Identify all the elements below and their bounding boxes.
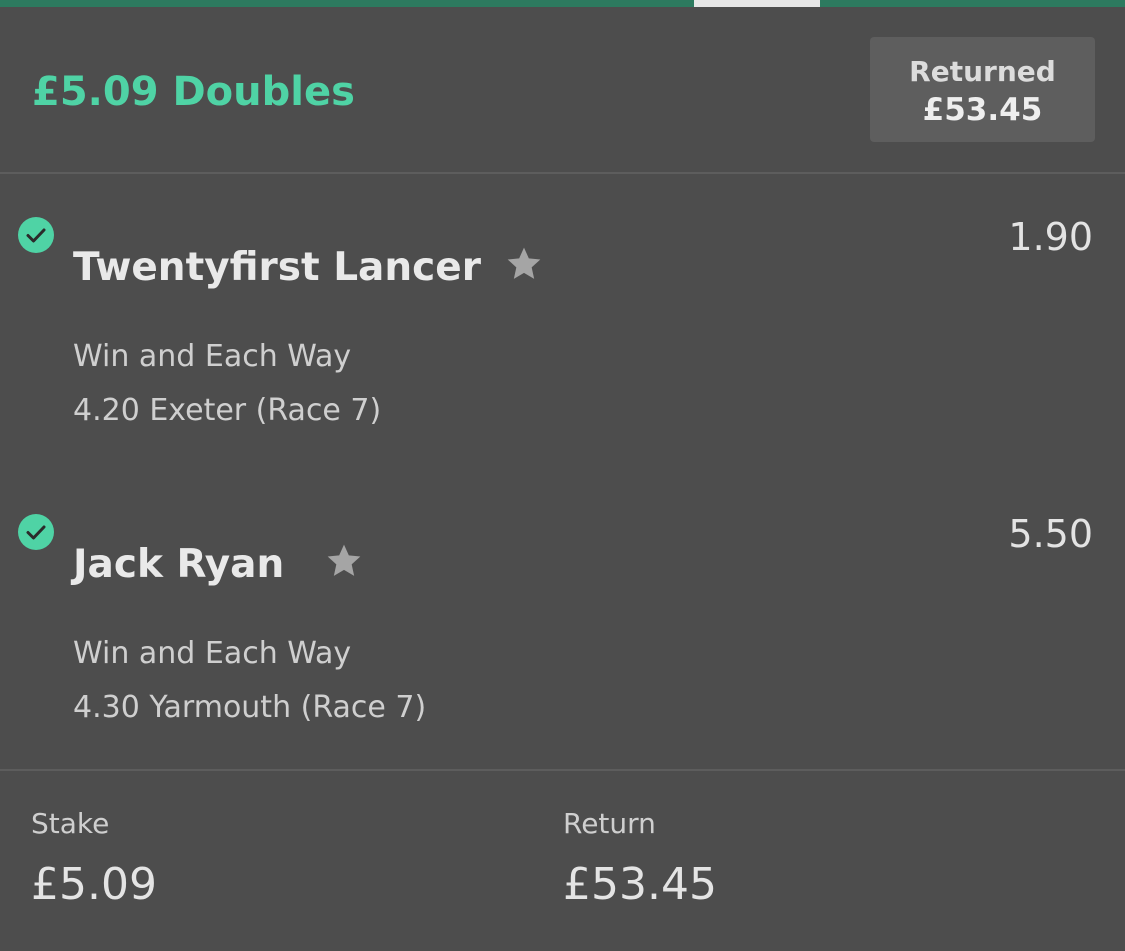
star-icon[interactable]: [504, 244, 544, 284]
header-divider: [0, 172, 1125, 174]
selection-market: Win and Each Way: [73, 339, 352, 374]
check-circle-icon: [18, 514, 54, 550]
selection-item: Jack Ryan 5.50 Win and Each Way 4.30 Yar…: [0, 512, 1125, 774]
check-circle-icon: [18, 217, 54, 253]
return-value: £53.45: [563, 859, 717, 910]
selection-market: Win and Each Way: [73, 636, 352, 671]
selection-name: Jack Ryan: [73, 542, 285, 587]
returned-amount: £53.45: [922, 92, 1043, 128]
selection-event: 4.30 Yarmouth (Race 7): [73, 690, 427, 725]
star-icon[interactable]: [324, 541, 364, 581]
stake-label: Stake: [31, 807, 110, 840]
tab-indicator-strip: [0, 0, 1125, 7]
bet-summary: Stake £5.09 Return £53.45: [0, 771, 1125, 951]
selection-event: 4.20 Exeter (Race 7): [73, 393, 382, 428]
bet-title: £5.09 Doubles: [32, 69, 355, 115]
selection-name: Twentyfirst Lancer: [73, 245, 481, 290]
bet-header: £5.09 Doubles Returned £53.45: [0, 7, 1125, 172]
stake-value: £5.09: [31, 859, 157, 910]
selection-odds: 1.90: [1008, 215, 1093, 259]
selection-item: Twentyfirst Lancer 1.90 Win and Each Way…: [0, 215, 1125, 477]
returned-label: Returned: [909, 55, 1056, 88]
returned-badge: Returned £53.45: [870, 37, 1095, 142]
selection-odds: 5.50: [1008, 512, 1093, 556]
active-tab-indicator: [694, 0, 820, 7]
return-label: Return: [563, 807, 656, 840]
